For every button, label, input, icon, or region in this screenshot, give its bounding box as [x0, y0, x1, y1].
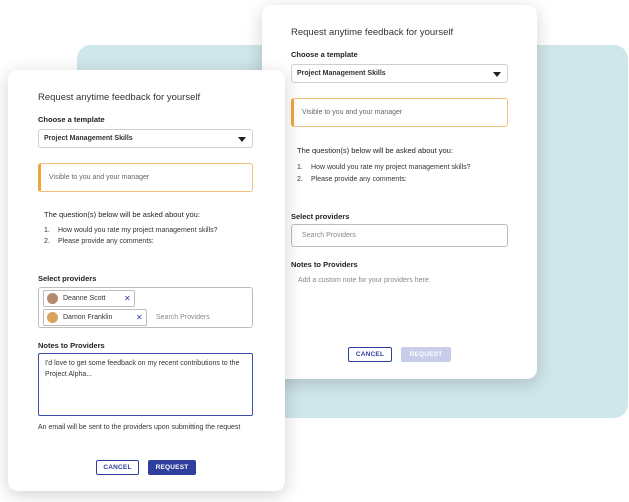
provider-chip-name: Damon Franklin: [63, 314, 113, 321]
email-footnote: An email will be sent to the providers u…: [38, 424, 241, 431]
question-item: 2. Please provide any comments:: [297, 176, 407, 183]
provider-chip-name: Deanne Scott: [63, 295, 106, 302]
visibility-notice: Visible to you and your manager: [38, 163, 253, 192]
template-select-value: Project Management Skills: [297, 70, 386, 77]
remove-icon[interactable]: ✕: [124, 291, 131, 306]
visibility-notice: Visible to you and your manager: [291, 98, 508, 127]
feedback-request-card-front: Request anytime feedback for yourself Ch…: [8, 70, 285, 491]
notes-textarea[interactable]: I'd love to get some feedback on my rece…: [38, 353, 253, 416]
providers-search-input[interactable]: Search Providers: [291, 224, 508, 247]
provider-chip: Damon Franklin ✕: [43, 309, 147, 326]
question-item: 2. Please provide any comments:: [44, 238, 154, 245]
cancel-button[interactable]: CANCEL: [348, 347, 392, 362]
question-item: 1. How would you rate my project manageme…: [297, 164, 471, 171]
card-title: Request anytime feedback for yourself: [38, 92, 201, 103]
question-item: 1. How would you rate my project manageme…: [44, 227, 218, 234]
providers-label: Select providers: [38, 274, 97, 283]
providers-select-box[interactable]: Deanne Scott ✕ Damon Franklin ✕ Search P…: [38, 287, 253, 328]
card-title: Request anytime feedback for yourself: [291, 27, 454, 38]
avatar: [47, 312, 58, 323]
notes-input[interactable]: Add a custom note for your providers her…: [298, 277, 429, 284]
chevron-down-icon: [493, 72, 501, 77]
request-button[interactable]: REQUEST: [148, 460, 196, 475]
template-select[interactable]: Project Management Skills: [291, 64, 508, 83]
template-select-value: Project Management Skills: [44, 135, 133, 142]
request-button[interactable]: REQUEST: [401, 347, 451, 362]
feedback-request-card-back: Request anytime feedback for yourself Ch…: [262, 5, 537, 379]
notes-label: Notes to Providers: [291, 260, 358, 269]
cancel-button[interactable]: CANCEL: [96, 460, 139, 475]
provider-chip: Deanne Scott ✕: [43, 290, 135, 307]
providers-label: Select providers: [291, 212, 350, 221]
notes-label: Notes to Providers: [38, 341, 105, 350]
chevron-down-icon: [238, 137, 246, 142]
visibility-text: Visible to you and your manager: [49, 174, 150, 181]
template-select[interactable]: Project Management Skills: [38, 129, 253, 148]
questions-intro: The question(s) below will be asked abou…: [44, 210, 200, 219]
template-label: Choose a template: [291, 50, 358, 59]
providers-search-input[interactable]: Search Providers: [156, 314, 210, 321]
questions-intro: The question(s) below will be asked abou…: [297, 146, 453, 155]
remove-icon[interactable]: ✕: [136, 310, 143, 325]
visibility-text: Visible to you and your manager: [302, 109, 403, 116]
template-label: Choose a template: [38, 115, 105, 124]
avatar: [47, 293, 58, 304]
